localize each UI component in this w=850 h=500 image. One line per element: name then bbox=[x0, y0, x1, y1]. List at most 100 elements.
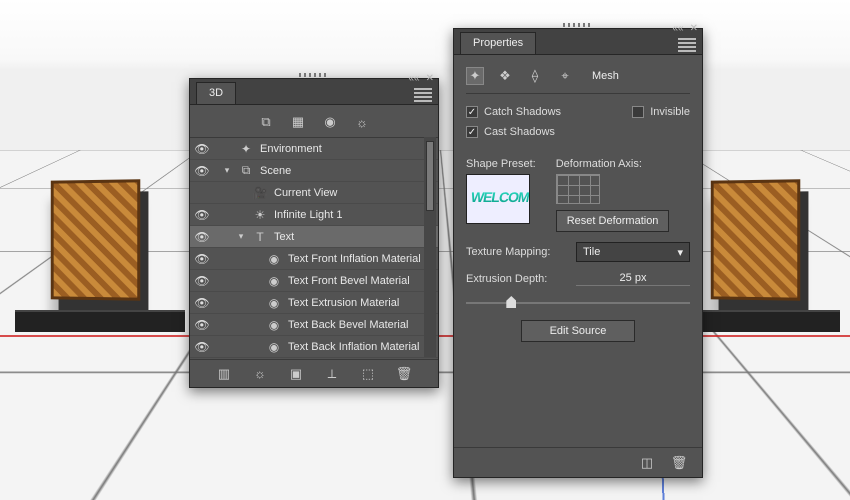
catch-shadows-check[interactable]: ✓ Catch Shadows bbox=[466, 106, 561, 118]
tab-3d-label: 3D bbox=[209, 87, 223, 99]
tree-row[interactable]: 👁 ✦ Environment bbox=[190, 138, 438, 160]
panel-collapse-icon[interactable]: «« bbox=[408, 73, 419, 84]
tree-row[interactable]: 🎥 Current View bbox=[190, 182, 438, 204]
tree-item-label: Current View bbox=[274, 187, 337, 199]
visibility-eye-icon[interactable]: 👁 bbox=[194, 164, 210, 178]
mode-cap-icon[interactable]: ⟠ bbox=[526, 67, 544, 85]
render-icon[interactable]: ▥ bbox=[215, 365, 233, 383]
tree-row[interactable]: 👁☀Infinite Light 1 bbox=[190, 204, 438, 226]
filter-layers-icon[interactable]: ⧉ bbox=[257, 113, 275, 131]
tree-item-label: Scene bbox=[260, 165, 291, 177]
tree-row[interactable]: 👁 ◉ Text Extrusion Material bbox=[190, 292, 438, 314]
invisible-check[interactable]: Invisible bbox=[632, 106, 690, 118]
tree-row[interactable]: 👁 ◉ Text Back Inflation Material bbox=[190, 336, 438, 358]
panel-drag-handle[interactable] bbox=[563, 23, 593, 27]
tree-scrollbar[interactable] bbox=[424, 137, 436, 357]
filter-mesh-icon[interactable]: ▦ bbox=[289, 113, 307, 131]
tree-row[interactable]: 👁 ▾ ⧉ Scene bbox=[190, 160, 438, 182]
filter-row: ⧉ ▦ ◉ ☼ bbox=[190, 105, 438, 138]
ground-slab bbox=[15, 310, 185, 332]
tree-item-icon: ◉ bbox=[266, 296, 282, 310]
properties-mode-row: ✦ ❖ ⟠ ⌖ Mesh bbox=[466, 63, 690, 94]
tree-item-icon: ◉ bbox=[266, 274, 282, 288]
deform-axis-grid[interactable] bbox=[556, 174, 600, 204]
visibility-eye-icon[interactable]: 👁 bbox=[194, 318, 210, 332]
tree-item-icon: ⧉ bbox=[238, 163, 254, 178]
tree-item-label: Text Extrusion Material bbox=[288, 297, 399, 309]
tab-3d[interactable]: 3D bbox=[196, 82, 236, 104]
mode-deform-icon[interactable]: ❖ bbox=[496, 67, 514, 85]
panel-menu-icon[interactable] bbox=[678, 36, 696, 54]
extrusion-depth-value[interactable]: 25 px bbox=[576, 272, 690, 286]
edit-source-button[interactable]: Edit Source bbox=[521, 320, 636, 342]
tree-item-label: Text Back Bevel Material bbox=[288, 319, 408, 331]
invisible-label: Invisible bbox=[650, 106, 690, 118]
visibility-eye-icon[interactable]: 👁 bbox=[194, 274, 210, 288]
chevron-down-icon: ▾ bbox=[677, 246, 683, 259]
tree-row[interactable]: 👁 ◉ Text Back Bevel Material bbox=[190, 314, 438, 336]
panel-collapse-icon[interactable]: «« bbox=[672, 23, 683, 34]
tree-item-label: Infinite Light 1 bbox=[274, 209, 343, 221]
tree-item-icon: ◉ bbox=[266, 252, 282, 266]
visibility-eye-icon[interactable]: 👁 bbox=[194, 252, 210, 266]
tree-item-label: Text Front Inflation Material bbox=[288, 253, 421, 265]
render-selection-icon[interactable]: ◫ bbox=[638, 454, 656, 472]
properties-footer: ◫ 🗑 bbox=[454, 447, 702, 477]
trash-icon[interactable]: 🗑 bbox=[395, 365, 413, 383]
panel-3d[interactable]: «« ✕ 3D ⧉ ▦ ◉ ☼ 👁✦Environment👁▾⧉Scene🎥Cu… bbox=[189, 78, 439, 388]
tree-item-icon: ◉ bbox=[266, 318, 282, 332]
panel-3d-footer: ▥ ☼ ▣ ⟂ ⬚ 🗑 bbox=[190, 359, 438, 387]
plane-icon[interactable]: ⬚ bbox=[359, 365, 377, 383]
tree-caret-icon[interactable]: ▾ bbox=[236, 231, 246, 242]
tree-item-icon: ◉ bbox=[266, 340, 282, 354]
extrusion-depth-slider[interactable] bbox=[466, 296, 690, 310]
tree-row[interactable]: 👁 ◉ Text Front Bevel Material bbox=[190, 270, 438, 292]
catch-shadows-label: Catch Shadows bbox=[484, 106, 561, 118]
tree-item-icon: 🎥 bbox=[252, 186, 268, 200]
tree-item-label: Text Front Bevel Material bbox=[288, 275, 410, 287]
visibility-eye-icon[interactable]: 👁 bbox=[194, 230, 210, 244]
tab-properties-label: Properties bbox=[473, 37, 523, 49]
new-light-icon[interactable]: ☼ bbox=[251, 365, 269, 383]
filter-lights-icon[interactable]: ☼ bbox=[353, 113, 371, 131]
tree-row[interactable]: 👁 ◉ Text Front Inflation Material bbox=[190, 248, 438, 270]
mode-coords-icon[interactable]: ⌖ bbox=[556, 67, 574, 85]
filter-materials-icon[interactable]: ◉ bbox=[321, 113, 339, 131]
texture-mapping-label: Texture Mapping: bbox=[466, 246, 576, 258]
panel-close-icon[interactable]: ✕ bbox=[690, 23, 698, 34]
tree-caret-icon[interactable]: ▾ bbox=[222, 165, 232, 176]
ground-icon[interactable]: ⟂ bbox=[323, 365, 341, 383]
tree-item-label: Environment bbox=[260, 143, 322, 155]
shape-preset-label: Shape Preset: bbox=[466, 158, 536, 170]
mode-mesh-icon[interactable]: ✦ bbox=[466, 67, 484, 85]
tab-properties[interactable]: Properties bbox=[460, 32, 536, 54]
tree-item-label: Text bbox=[274, 231, 294, 243]
new-camera-icon[interactable]: ▣ bbox=[287, 365, 305, 383]
tree-item-icon: ✦ bbox=[238, 142, 254, 156]
panel-close-icon[interactable]: ✕ bbox=[426, 73, 434, 84]
visibility-eye-icon[interactable]: 👁 bbox=[194, 340, 210, 354]
cast-shadows-label: Cast Shadows bbox=[484, 126, 555, 138]
visibility-eye-icon[interactable]: 👁 bbox=[194, 142, 210, 156]
scene-tree[interactable]: 👁 ✦ Environment 👁 ▾ ⧉ Scene 🎥 Current View 👁☀Infi… bbox=[190, 138, 438, 363]
shape-preset-text: WELCOM bbox=[470, 189, 530, 205]
texture-mapping-value: Tile bbox=[583, 246, 600, 258]
shape-preset-thumb[interactable]: WELCOM bbox=[466, 174, 530, 224]
tree-item-label: Text Back Inflation Material bbox=[288, 341, 419, 353]
mode-label: Mesh bbox=[592, 70, 619, 82]
cast-shadows-check[interactable]: ✓ Cast Shadows bbox=[466, 126, 690, 138]
edit-source-label: Edit Source bbox=[550, 325, 607, 337]
panel-menu-icon[interactable] bbox=[414, 86, 432, 104]
reset-deformation-label: Reset Deformation bbox=[567, 215, 659, 227]
visibility-eye-icon[interactable]: 👁 bbox=[194, 208, 210, 222]
visibility-eye-icon[interactable]: 👁 bbox=[194, 296, 210, 310]
texture-mapping-select[interactable]: Tile ▾ bbox=[576, 242, 690, 262]
tree-row[interactable]: 👁 ▾ T Text bbox=[190, 226, 438, 248]
tree-scroll-thumb[interactable] bbox=[426, 141, 434, 211]
deform-axis-label: Deformation Axis: bbox=[556, 158, 690, 170]
reset-deformation-button[interactable]: Reset Deformation bbox=[556, 210, 670, 232]
panel-properties[interactable]: «« ✕ Properties ✦ ❖ ⟠ ⌖ Mesh ✓ Catch Sha… bbox=[453, 28, 703, 478]
tree-item-icon: T bbox=[252, 230, 268, 244]
trash-icon[interactable]: 🗑 bbox=[670, 454, 688, 472]
panel-drag-handle[interactable] bbox=[299, 73, 329, 77]
